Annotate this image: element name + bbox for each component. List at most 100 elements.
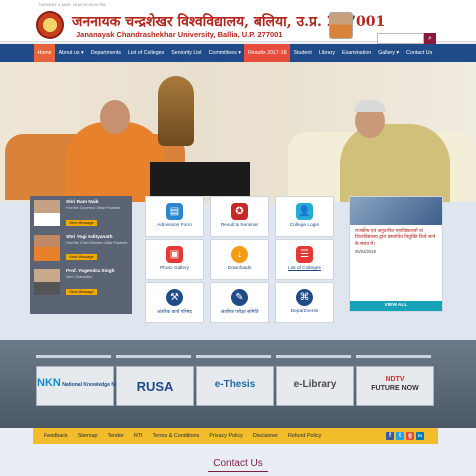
tile-admission-form[interactable]: ▤ Admission Form (145, 196, 204, 237)
partner-ndtv-future-now[interactable]: NDTV FUTURE NOW (356, 366, 434, 406)
footer-link-sitemap[interactable]: Sitemap (78, 433, 98, 439)
view-all-button[interactable]: VIEW ALL (350, 301, 442, 311)
tile-label: Departments (290, 309, 319, 314)
university-title-english: Jananayak Chandrashekhar University, Bal… (76, 30, 283, 39)
university-logo[interactable] (36, 11, 64, 39)
nav-examination[interactable]: Examination (339, 44, 375, 62)
hero-person-left-head (100, 100, 130, 134)
footer-link-refund[interactable]: Refund Policy (288, 433, 321, 439)
tile-label: अंतरिक परीक्षा समिति (220, 310, 259, 315)
nav-gallery[interactable]: Gallery ▾ (375, 44, 403, 62)
leader-card: Prof. Yogendra Singh Vice Chancellor Vie… (34, 269, 128, 298)
leader-photo (34, 269, 60, 296)
document-icon: ▤ (166, 203, 183, 220)
exam-icon: ✎ (231, 289, 248, 306)
news-item-date: 05/03/2018 (355, 249, 376, 255)
partner-nkn[interactable]: NKN National Knowledge Network (36, 366, 132, 406)
list-icon: ☰ (296, 246, 313, 263)
leader-name: Shri Yogi Adityanath (66, 234, 113, 240)
tile-label: अंतरिक कार्य परिषद (157, 310, 192, 315)
user-login-icon: 👤 (296, 203, 313, 220)
partner-elibrary[interactable]: e-Library (276, 366, 354, 406)
divider (276, 355, 351, 358)
tile-list-of-colleges[interactable]: ☰ List of Colleges (275, 239, 334, 280)
partner-label: e-Library (293, 379, 337, 390)
nav-results[interactable]: Results 2017-18 (244, 44, 291, 62)
tile-internal-council[interactable]: ⚒ अंतरिक कार्य परिषद (145, 282, 204, 323)
partner-label: RUSA (136, 379, 174, 394)
nav-about-us[interactable]: About us ▾ (55, 44, 87, 62)
search-icon[interactable]: ⌕ (424, 33, 436, 44)
current-date: TUESDAY, 6 MAR, 2018 04:48:20 PM (38, 2, 106, 7)
tile-photo-gallery[interactable]: ▣ Photo Gallery (145, 239, 204, 280)
twitter-icon[interactable]: t (396, 432, 404, 440)
gavel-icon: ⚒ (166, 289, 183, 306)
partner-rusa[interactable]: RUSA (116, 366, 194, 406)
leader-photo (34, 234, 60, 261)
divider (36, 355, 111, 358)
footer-link-feedback[interactable]: Feedback (44, 433, 68, 439)
award-icon: ✪ (231, 203, 248, 220)
nav-departments[interactable]: Departments (87, 44, 124, 62)
social-icons: f t g in (384, 432, 424, 440)
footer-link-rti[interactable]: RTI (134, 433, 143, 439)
hero-person-right (340, 124, 450, 202)
partner-label: NKN National Knowledge Network (37, 377, 132, 389)
divider (196, 355, 271, 358)
tile-label: Photo Gallery (159, 266, 190, 271)
footer-link-disclaimer[interactable]: Disclaimer (253, 433, 278, 439)
main-content: Shri Ram Naik Hon'ble Governor Uttar Pra… (0, 196, 476, 340)
header-portrait (329, 12, 353, 39)
hero-table (150, 162, 250, 196)
partner-label: e-Thesis (214, 379, 256, 390)
leader-role: Vice Chancellor (66, 275, 93, 280)
nav-contact-us[interactable]: Contact Us (403, 44, 436, 62)
view-message-button[interactable]: View Message (66, 254, 97, 261)
main-navigation: Home About us ▾ Departments List of Coll… (0, 44, 476, 62)
leader-role: Hon'ble Chief Minister Uttar Pradesh (66, 240, 128, 245)
tile-internal-exam-committee[interactable]: ✎ अंतरिक परीक्षा समिति (210, 282, 269, 323)
tile-result-seminar[interactable]: ✪ Result & Seminar (210, 196, 269, 237)
footer-link-privacy[interactable]: Privacy Policy (209, 433, 243, 439)
view-message-button[interactable]: View Message (66, 288, 97, 295)
tile-label: Downloads (227, 266, 252, 271)
leader-card: Shri Ram Naik Hon'ble Governor Uttar Pra… (34, 200, 128, 229)
nav-library[interactable]: Library (315, 44, 338, 62)
nav-list-of-colleges[interactable]: List of Colleges (125, 44, 168, 62)
partner-label: NDTV FUTURE NOW (371, 376, 419, 392)
leaders-panel: Shri Ram Naik Hon'ble Governor Uttar Pra… (30, 196, 132, 314)
site-header: जननायक चन्द्रशेखर विश्वविद्यालय, बलिया, … (0, 9, 476, 44)
tile-label: Admission Form (157, 223, 192, 228)
divider (116, 355, 191, 358)
news-item-text[interactable]: राजकीय एवं अनुदानित महाविद्यालयों या विश… (350, 225, 442, 249)
footer-links-bar: Feedback Sitemap Tender RTI Terms & Cond… (33, 428, 438, 444)
photo-icon: ▣ (166, 246, 183, 263)
tile-departments[interactable]: ⌘ Departments (275, 282, 334, 323)
leader-role: Hon'ble Governor Uttar Pradesh (66, 206, 121, 210)
footer-link-terms[interactable]: Terms & Conditions (153, 433, 200, 439)
partner-ethesis[interactable]: e-Thesis (196, 366, 274, 406)
facebook-icon[interactable]: f (386, 432, 394, 440)
search-input[interactable] (377, 33, 424, 44)
view-message-button[interactable]: View Message (66, 219, 97, 226)
news-image (350, 197, 442, 225)
nav-seniority-list[interactable]: Seniority List (168, 44, 205, 62)
linkedin-icon[interactable]: in (416, 432, 424, 440)
contact-underline (208, 471, 268, 472)
hero-banner (0, 62, 476, 202)
tile-college-login[interactable]: 👤 College Login (275, 196, 334, 237)
tile-label: College Login (289, 223, 320, 228)
nav-home[interactable]: Home (34, 44, 56, 62)
tile-downloads[interactable]: ↓ Downloads (210, 239, 269, 280)
googleplus-icon[interactable]: g (406, 432, 414, 440)
org-icon: ⌘ (296, 289, 313, 306)
tile-label: Result & Seminar (220, 223, 259, 228)
nav-committees[interactable]: Committees ▾ (205, 44, 244, 62)
footer-link-tender[interactable]: Tender (107, 433, 123, 439)
leader-photo (34, 200, 60, 226)
leader-name: Prof. Yogendra Singh (66, 269, 115, 275)
nav-student[interactable]: Student (290, 44, 315, 62)
download-icon: ↓ (231, 246, 248, 263)
hero-person-right-hair (354, 100, 386, 112)
tile-label: List of Colleges (288, 266, 321, 271)
